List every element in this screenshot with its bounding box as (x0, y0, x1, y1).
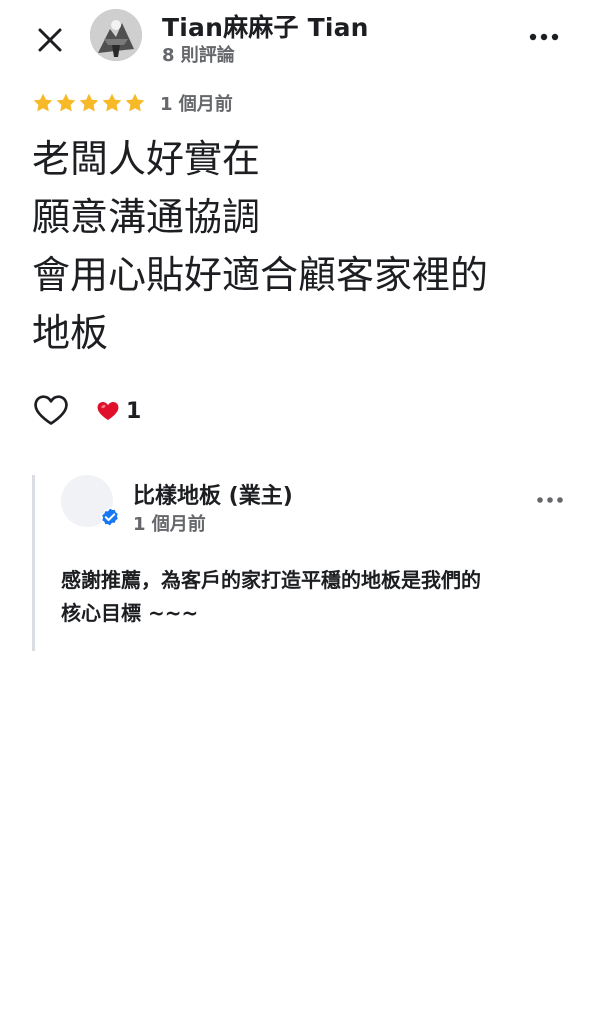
review-line: 地板 (32, 311, 109, 355)
reaction-summary[interactable]: 1 (96, 396, 141, 426)
owner-reply-time: 1 個月前 (133, 514, 206, 535)
star-icon (79, 93, 99, 112)
reply-indent-bar (32, 475, 35, 651)
more-options-button[interactable] (524, 22, 564, 52)
review-count: 8 則評論 (162, 45, 235, 66)
review-body: 老闆人好實在 願意溝通協調 會用心貼好適合顧客家裡的 地板 (32, 130, 572, 362)
heart-outline-icon (34, 395, 68, 425)
star-icon (33, 93, 53, 112)
reviewer-avatar[interactable] (90, 9, 142, 61)
close-icon (38, 28, 62, 52)
star-icon (56, 93, 76, 112)
avatar-figure-icon (90, 9, 142, 61)
heart-emoji-icon (97, 401, 119, 420)
review-detail-page: Tian麻麻子 Tian 8 則評論 1 個月前 老闆人好實在 願意溝通協調 會… (0, 0, 602, 1024)
owner-reply-body: 感謝推薦，為客戶的家打造平穩的地板是我們的 核心目標 ~~~ (61, 564, 571, 630)
review-line: 老闆人好實在 (32, 137, 261, 181)
more-icon (537, 497, 563, 503)
star-icon (102, 93, 122, 112)
more-icon (529, 33, 559, 41)
reply-line: 感謝推薦，為客戶的家打造平穩的地板是我們的 (61, 568, 481, 592)
rating-row: 1 個月前 (32, 90, 233, 116)
like-button[interactable] (32, 391, 70, 429)
review-time: 1 個月前 (160, 94, 233, 115)
close-button[interactable] (32, 22, 68, 58)
review-header: Tian麻麻子 Tian 8 則評論 (0, 0, 602, 80)
owner-name[interactable]: 比樣地板 (業主) (133, 478, 293, 510)
star-icon (125, 93, 145, 112)
verified-badge-icon (100, 506, 120, 528)
reply-line: 核心目標 ~~~ (61, 601, 199, 625)
review-line: 願意溝通協調 (32, 195, 261, 239)
owner-reply-more-button[interactable] (534, 488, 566, 512)
star-rating (32, 92, 146, 114)
review-line: 會用心貼好適合顧客家裡的 (32, 253, 489, 297)
reviewer-name[interactable]: Tian麻麻子 Tian (162, 8, 369, 44)
reaction-count: 1 (126, 398, 142, 424)
